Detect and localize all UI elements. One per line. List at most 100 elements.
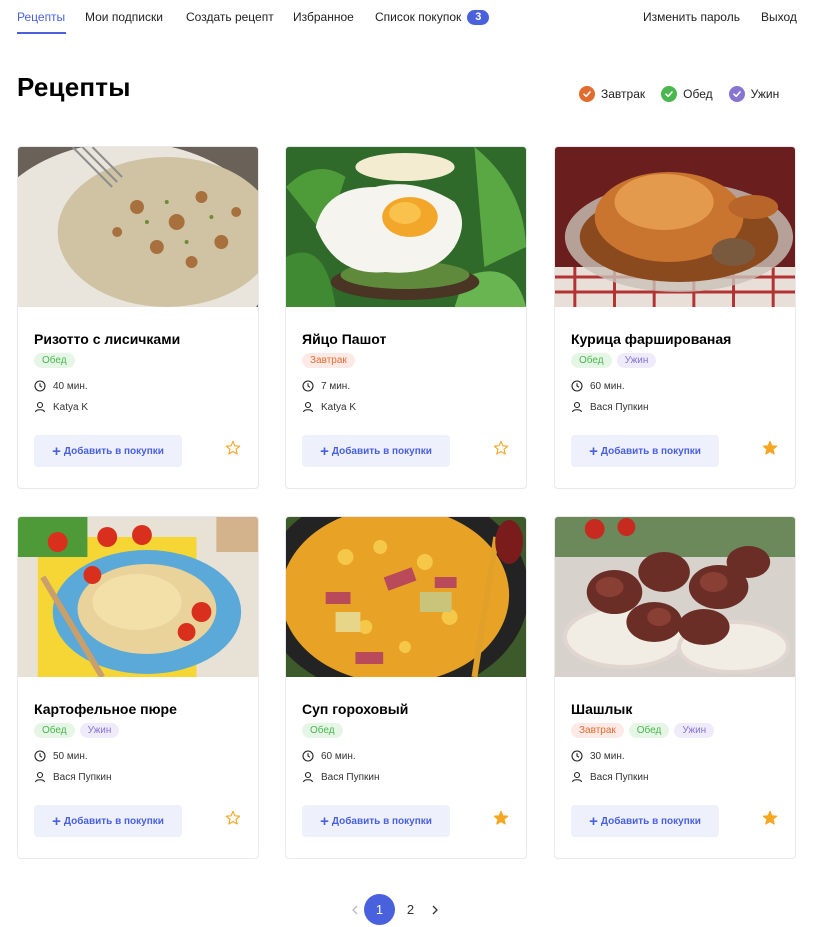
favorite-star-icon[interactable] xyxy=(762,440,778,456)
recipe-time: 60 мин. xyxy=(302,750,512,762)
recipe-time-value: 7 мин. xyxy=(321,380,351,392)
recipe-card: Ризотто с лисичками Обед 40 мин. Katya K… xyxy=(17,146,259,489)
user-icon xyxy=(34,401,46,413)
recipe-author: Вася Пупкин xyxy=(571,771,781,783)
cart-count-badge: 3 xyxy=(467,10,490,25)
recipe-title[interactable]: Ризотто с лисичками xyxy=(34,331,244,347)
recipe-tags: Обед xyxy=(302,723,512,738)
add-to-cart-button[interactable]: + Добавить в покупки xyxy=(302,805,450,837)
change-password-link[interactable]: Изменить пароль xyxy=(643,10,740,24)
recipe-card-body: Курица фаршированая Обед Ужин 60 мин. Ва… xyxy=(571,331,781,413)
recipe-photo-shashlik[interactable] xyxy=(555,517,795,677)
filter-breakfast[interactable]: Завтрак xyxy=(579,86,645,102)
recipe-author: Вася Пупкин xyxy=(34,771,244,783)
prev-page-button[interactable] xyxy=(346,894,364,925)
add-to-cart-label: Добавить в покупки xyxy=(600,445,701,457)
recipe-card: Картофельное пюре Обед Ужин 50 мин. Вася… xyxy=(17,516,259,859)
add-to-cart-button[interactable]: + Добавить в покупки xyxy=(571,805,719,837)
plus-icon: + xyxy=(52,442,61,460)
recipe-card-body: Ризотто с лисичками Обед 40 мин. Katya K xyxy=(34,331,244,413)
user-icon xyxy=(571,771,583,783)
recipe-time-value: 50 мин. xyxy=(53,750,88,762)
recipe-author: Katya K xyxy=(302,401,512,413)
add-to-cart-label: Добавить в покупки xyxy=(331,815,432,827)
tag-lunch: Обед xyxy=(628,723,670,738)
nav-favorites[interactable]: Избранное xyxy=(293,10,354,24)
recipe-photo-risotto[interactable] xyxy=(18,147,258,307)
recipe-tags: Обед Ужин xyxy=(571,353,781,368)
favorite-star-icon[interactable] xyxy=(762,810,778,826)
add-to-cart-button[interactable]: + Добавить в покупки xyxy=(34,805,182,837)
add-to-cart-button[interactable]: + Добавить в покупки xyxy=(34,435,182,467)
recipe-time-value: 60 мин. xyxy=(590,380,625,392)
clock-icon xyxy=(302,750,314,762)
chevron-left-icon xyxy=(352,905,358,914)
clock-icon xyxy=(34,380,46,392)
recipe-author: Katya K xyxy=(34,401,244,413)
recipe-tags: Завтрак Обед Ужин xyxy=(571,723,781,738)
favorite-star-icon[interactable] xyxy=(493,810,509,826)
recipe-author-name[interactable]: Вася Пупкин xyxy=(590,772,649,783)
recipe-author-name[interactable]: Вася Пупкин xyxy=(590,402,649,413)
recipe-time: 40 мин. xyxy=(34,380,244,392)
favorite-star-icon[interactable] xyxy=(493,440,509,456)
recipe-photo-poached-egg[interactable] xyxy=(286,147,526,307)
recipe-time-value: 60 мин. xyxy=(321,750,356,762)
filter-label: Завтрак xyxy=(601,87,646,101)
recipe-author: Вася Пупкин xyxy=(571,401,781,413)
clock-icon xyxy=(34,750,46,762)
recipe-title[interactable]: Курица фаршированая xyxy=(571,331,781,347)
recipe-tags: Обед xyxy=(34,353,244,368)
recipe-photo-mashed-potatoes[interactable] xyxy=(18,517,258,677)
recipe-tags: Завтрак xyxy=(302,353,512,368)
filter-lunch[interactable]: Обед xyxy=(661,86,713,102)
recipe-photo-pea-soup[interactable] xyxy=(286,517,526,677)
page-button[interactable]: 2 xyxy=(395,894,426,925)
page-button[interactable]: 1 xyxy=(364,894,395,925)
clock-icon xyxy=(302,380,314,392)
recipe-title[interactable]: Яйцо Пашот xyxy=(302,331,512,347)
recipe-author: Вася Пупкин xyxy=(302,771,512,783)
add-to-cart-label: Добавить в покупки xyxy=(63,445,164,457)
filter-label: Обед xyxy=(683,87,713,101)
filter-dinner[interactable]: Ужин xyxy=(728,86,780,102)
plus-icon: + xyxy=(52,812,61,830)
add-to-cart-label: Добавить в покупки xyxy=(331,445,432,457)
add-to-cart-button[interactable]: + Добавить в покупки xyxy=(571,435,719,467)
nav-shopping-list-label: Список покупок xyxy=(375,10,462,24)
add-to-cart-button[interactable]: + Добавить в покупки xyxy=(302,435,450,467)
recipe-author-name[interactable]: Вася Пупкин xyxy=(53,772,112,783)
check-icon xyxy=(728,86,745,102)
recipe-title[interactable]: Картофельное пюре xyxy=(34,701,244,717)
nav-shopping-list[interactable]: Список покупок 3 xyxy=(375,10,490,25)
recipe-card: Курица фаршированая Обед Ужин 60 мин. Ва… xyxy=(554,146,796,489)
tag-lunch: Обед xyxy=(571,353,612,368)
tag-dinner: Ужин xyxy=(79,723,120,738)
recipe-title[interactable]: Шашлык xyxy=(571,701,781,717)
recipe-time-value: 30 мин. xyxy=(590,750,625,762)
top-nav: Рецепты Мои подписки Создать рецепт Избр… xyxy=(0,0,815,36)
recipe-photo-stuffed-chicken[interactable] xyxy=(555,147,795,307)
clock-icon xyxy=(571,380,583,392)
recipe-card-body: Яйцо Пашот Завтрак 7 мин. Katya K xyxy=(302,331,512,413)
next-page-button[interactable] xyxy=(426,894,444,925)
recipe-title[interactable]: Суп гороховый xyxy=(302,701,512,717)
logout-link[interactable]: Выход xyxy=(761,10,797,24)
check-icon xyxy=(661,86,678,102)
recipe-author-name[interactable]: Katya K xyxy=(321,402,356,413)
nav-create-recipe[interactable]: Создать рецепт xyxy=(186,10,274,24)
tag-lunch: Обед xyxy=(302,723,343,738)
recipe-time: 60 мин. xyxy=(571,380,781,392)
recipe-author-name[interactable]: Katya K xyxy=(53,402,88,413)
recipe-time: 50 мин. xyxy=(34,750,244,762)
pagination: 1 2 xyxy=(346,894,444,925)
add-to-cart-label: Добавить в покупки xyxy=(600,815,701,827)
favorite-star-icon[interactable] xyxy=(225,810,241,826)
nav-subscriptions[interactable]: Мои подписки xyxy=(85,10,163,24)
nav-recipes[interactable]: Рецепты xyxy=(17,10,65,24)
user-icon xyxy=(571,401,583,413)
favorite-star-icon[interactable] xyxy=(225,440,241,456)
recipe-author-name[interactable]: Вася Пупкин xyxy=(321,772,380,783)
tag-lunch: Обед xyxy=(34,723,75,738)
filter-label: Ужин xyxy=(750,87,780,101)
